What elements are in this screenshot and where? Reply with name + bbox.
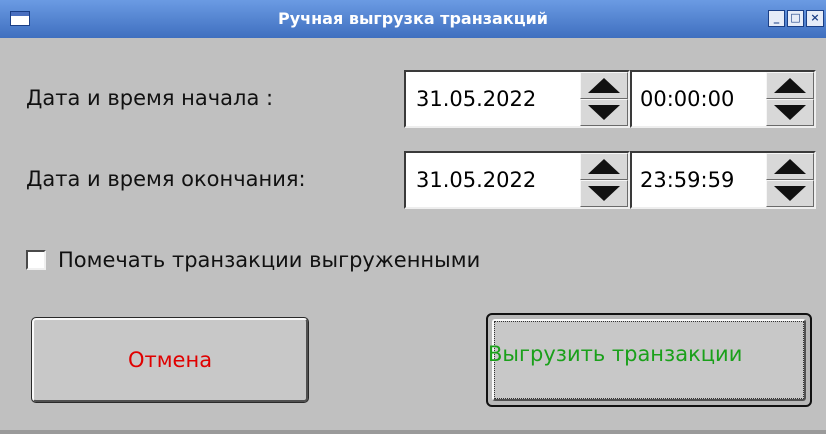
arrow-down-icon bbox=[774, 105, 806, 120]
start-time-spin-buttons bbox=[766, 72, 814, 126]
end-datetime-label: Дата и время окончания: bbox=[26, 167, 306, 191]
start-time-spinbox[interactable]: 00:00:00 bbox=[630, 70, 816, 128]
start-date-value[interactable]: 31.05.2022 bbox=[416, 72, 536, 126]
arrow-up-icon bbox=[774, 78, 806, 93]
start-datetime-label: Дата и время начала : bbox=[26, 86, 274, 110]
mark-exported-label[interactable]: Помечать транзакции выгруженными bbox=[58, 245, 480, 275]
end-date-up-button[interactable] bbox=[580, 153, 628, 180]
arrow-down-icon bbox=[774, 186, 806, 201]
end-date-spin-buttons bbox=[580, 153, 628, 207]
end-time-up-button[interactable] bbox=[766, 153, 814, 180]
start-time-value[interactable]: 00:00:00 bbox=[640, 72, 734, 126]
export-button-label: Выгрузить транзакции bbox=[488, 342, 743, 366]
arrow-up-icon bbox=[774, 159, 806, 174]
start-time-down-button[interactable] bbox=[766, 99, 814, 126]
arrow-up-icon bbox=[588, 78, 620, 93]
arrow-down-icon bbox=[588, 105, 620, 120]
start-date-spin-buttons bbox=[580, 72, 628, 126]
maximize-icon[interactable]: □ bbox=[787, 10, 804, 27]
end-date-down-button[interactable] bbox=[580, 180, 628, 207]
end-time-spin-buttons bbox=[766, 153, 814, 207]
start-date-spinbox[interactable]: 31.05.2022 bbox=[404, 70, 630, 128]
window-title: Ручная выгрузка транзакций bbox=[277, 9, 548, 28]
close-icon[interactable]: × bbox=[806, 10, 824, 27]
arrow-down-icon bbox=[588, 186, 620, 201]
end-time-spinbox[interactable]: 23:59:59 bbox=[630, 151, 816, 209]
title-bar[interactable]: Ручная выгрузка транзакций _ □ × bbox=[0, 0, 826, 38]
end-time-value[interactable]: 23:59:59 bbox=[640, 153, 734, 207]
minimize-icon[interactable]: _ bbox=[768, 10, 785, 27]
export-transactions-button[interactable]: Выгрузить транзакции bbox=[486, 313, 812, 407]
mark-exported-checkbox[interactable] bbox=[26, 250, 46, 270]
cancel-button[interactable]: Отмена bbox=[31, 317, 309, 403]
export-transactions-dialog: Ручная выгрузка транзакций _ □ × Дата и … bbox=[0, 0, 826, 434]
end-date-spinbox[interactable]: 31.05.2022 bbox=[404, 151, 630, 209]
end-time-down-button[interactable] bbox=[766, 180, 814, 207]
end-date-value[interactable]: 31.05.2022 bbox=[416, 153, 536, 207]
arrow-up-icon bbox=[588, 159, 620, 174]
start-date-up-button[interactable] bbox=[580, 72, 628, 99]
window-bottom-border bbox=[0, 430, 826, 434]
start-time-up-button[interactable] bbox=[766, 72, 814, 99]
start-date-down-button[interactable] bbox=[580, 99, 628, 126]
